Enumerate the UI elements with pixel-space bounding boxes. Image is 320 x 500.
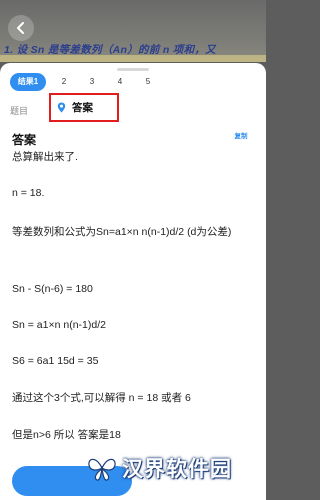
- topic-answer-switch: 题目 答案: [10, 93, 119, 123]
- answer-tab[interactable]: 答案: [49, 93, 119, 122]
- answer-line: 通过这个3个式,可以解得 n = 18 或者 6: [12, 392, 191, 404]
- result-tabs: 结果1 2 3 4 5: [10, 73, 162, 91]
- back-button[interactable]: [8, 15, 34, 41]
- tab-result-2[interactable]: 2: [50, 73, 78, 91]
- question-photo: 1. 设 Sn 是等差数列（An）的前 n 项和，又: [0, 0, 266, 62]
- sheet-grabber[interactable]: [117, 68, 149, 71]
- tab-result-1[interactable]: 结果1: [10, 73, 46, 91]
- answer-heading: 答案: [12, 133, 37, 147]
- tab-result-3[interactable]: 3: [78, 73, 106, 91]
- answer-sheet: 结果1 2 3 4 5 题目 答案 答案 复制 总算解出来了. n = 18. …: [0, 63, 266, 500]
- answer-line: n = 18.: [12, 187, 45, 199]
- answer-line: 等差数列和公式为Sn=a1×n n(n-1)d/2 (d为公差): [12, 226, 232, 238]
- question-text: 1. 设 Sn 是等差数列（An）的前 n 项和，又: [4, 44, 216, 56]
- topic-tab[interactable]: 题目: [10, 104, 50, 117]
- answer-line: 总算解出来了.: [12, 151, 78, 163]
- watermark-text: 汉界软件园: [122, 458, 232, 481]
- watermark: 汉界软件园: [86, 452, 232, 484]
- answer-line: S6 = 6a1 15d = 35: [12, 355, 99, 367]
- answer-line: Sn = a1×n n(n-1)d/2: [12, 319, 106, 331]
- butterfly-logo-icon: [88, 458, 116, 481]
- tab-result-5[interactable]: 5: [134, 73, 162, 91]
- answer-line: Sn - S(n-6) = 180: [12, 283, 93, 295]
- answer-line: 但是n>6 所以 答案是18: [12, 429, 121, 441]
- tab-result-4[interactable]: 4: [106, 73, 134, 91]
- map-pin-icon: [57, 102, 66, 113]
- copy-button[interactable]: 复制: [226, 131, 256, 143]
- answer-tab-label: 答案: [72, 102, 93, 114]
- chevron-left-icon: [17, 22, 24, 34]
